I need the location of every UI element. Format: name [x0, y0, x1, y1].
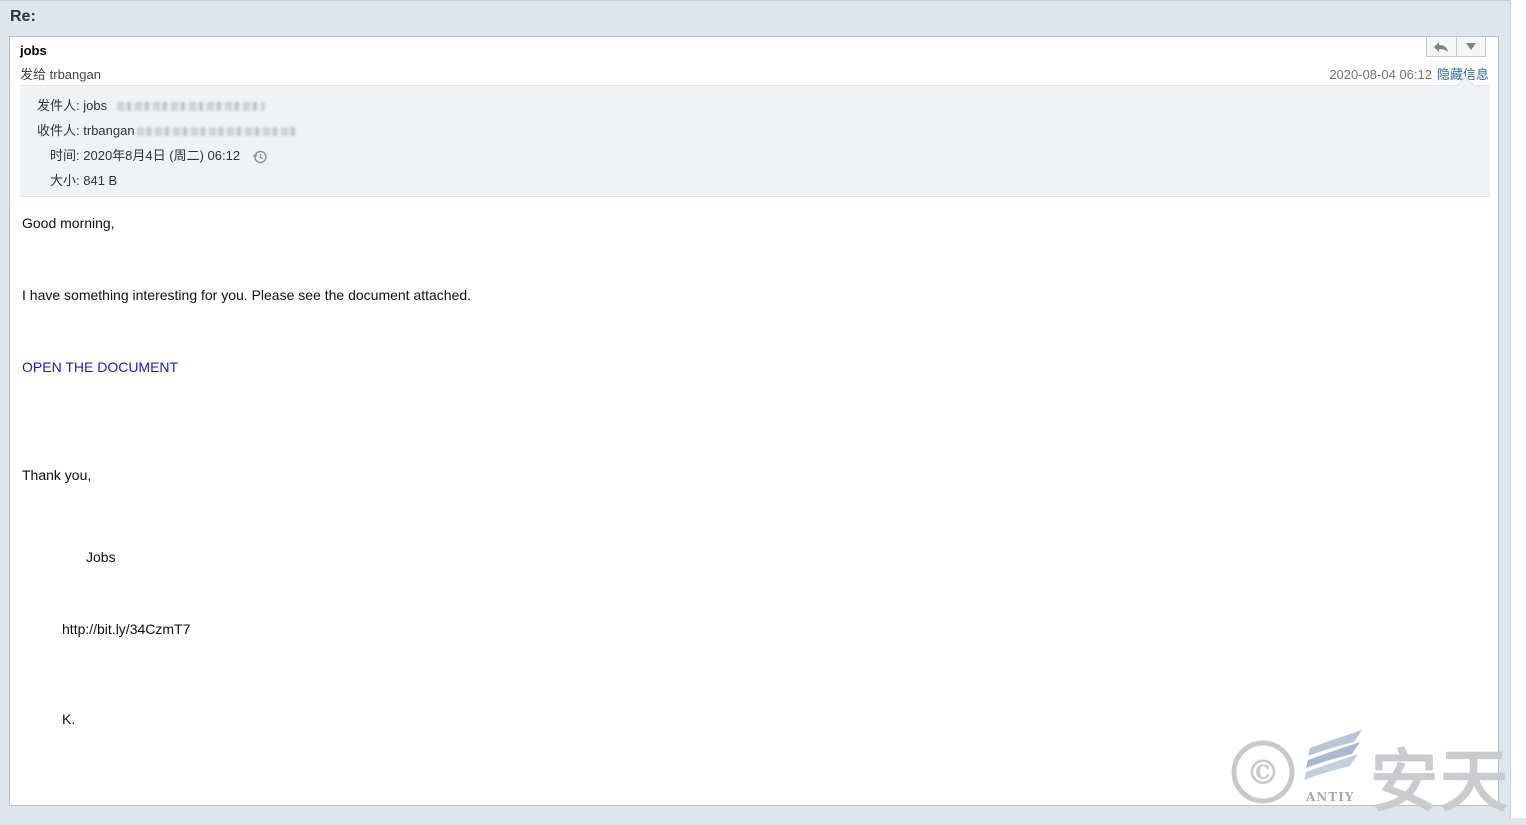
more-actions-button[interactable]: [1455, 37, 1486, 56]
signature-initial: K.: [62, 711, 76, 727]
time-row: 时间: 2020年8月4日 (周二) 06:12: [50, 145, 268, 165]
reply-icon: [1434, 41, 1449, 52]
message-actions: [1426, 37, 1486, 57]
message-date: 2020-08-04 06:12: [1329, 67, 1432, 82]
to-row: 收件人: trbangan: [37, 120, 295, 139]
copyright-symbol: ©: [1246, 753, 1280, 793]
antiy-chinese-text: 安天: [1370, 743, 1511, 822]
time-label: 时间:: [50, 148, 80, 163]
email-subject: Re:: [10, 8, 36, 25]
size-row: 大小: 841 B: [50, 170, 117, 189]
antiy-small-text: ANTIY: [1306, 790, 1355, 804]
to-prefix: 发给: [20, 67, 47, 82]
thanks-text: Thank you,: [22, 467, 92, 483]
to-value[interactable]: trbangan: [83, 123, 134, 138]
to-label: 收件人:: [37, 123, 80, 138]
size-label: 大小:: [50, 173, 80, 188]
recipient-name[interactable]: trbangan: [50, 67, 101, 82]
scrollbar[interactable]: [1510, 0, 1526, 818]
redacted-email: [116, 102, 265, 112]
sender-name[interactable]: jobs: [20, 43, 47, 58]
from-value[interactable]: jobs: [83, 98, 107, 113]
top-edge: [0, 0, 1526, 1]
reply-button[interactable]: [1427, 37, 1456, 56]
message-panel: jobs 发给 trbangan 2020-08-04 06:12 隐藏信息 发件…: [9, 36, 1499, 806]
greeting-text: Good morning,: [22, 215, 115, 231]
redacted-email: [136, 127, 295, 137]
history-clock-icon[interactable]: [252, 149, 268, 165]
body-paragraph: I have something interesting for you. Pl…: [22, 287, 472, 303]
from-row: 发件人: jobs: [37, 95, 265, 114]
open-document-link[interactable]: OPEN THE DOCUMENT: [22, 359, 178, 375]
copyright-icon: ©: [1231, 740, 1295, 804]
from-label: 发件人:: [37, 98, 80, 113]
chevron-down-icon: [1465, 42, 1476, 50]
antiy-watermark: © ANTIY 安天: [1230, 728, 1515, 822]
signature-name: Jobs: [86, 549, 116, 565]
signature-url: http://bit.ly/34CzmT7: [62, 621, 191, 637]
message-details: 发件人: jobs 收件人: trbangan 时间: 2020年8月4日 (周…: [20, 76, 1490, 197]
size-value: 841 B: [83, 173, 118, 188]
antiy-logo-icon: [1304, 730, 1362, 780]
time-value: 2020年8月4日 (周二) 06:12: [83, 148, 241, 163]
recipient-line: 发给 trbangan: [20, 64, 101, 83]
